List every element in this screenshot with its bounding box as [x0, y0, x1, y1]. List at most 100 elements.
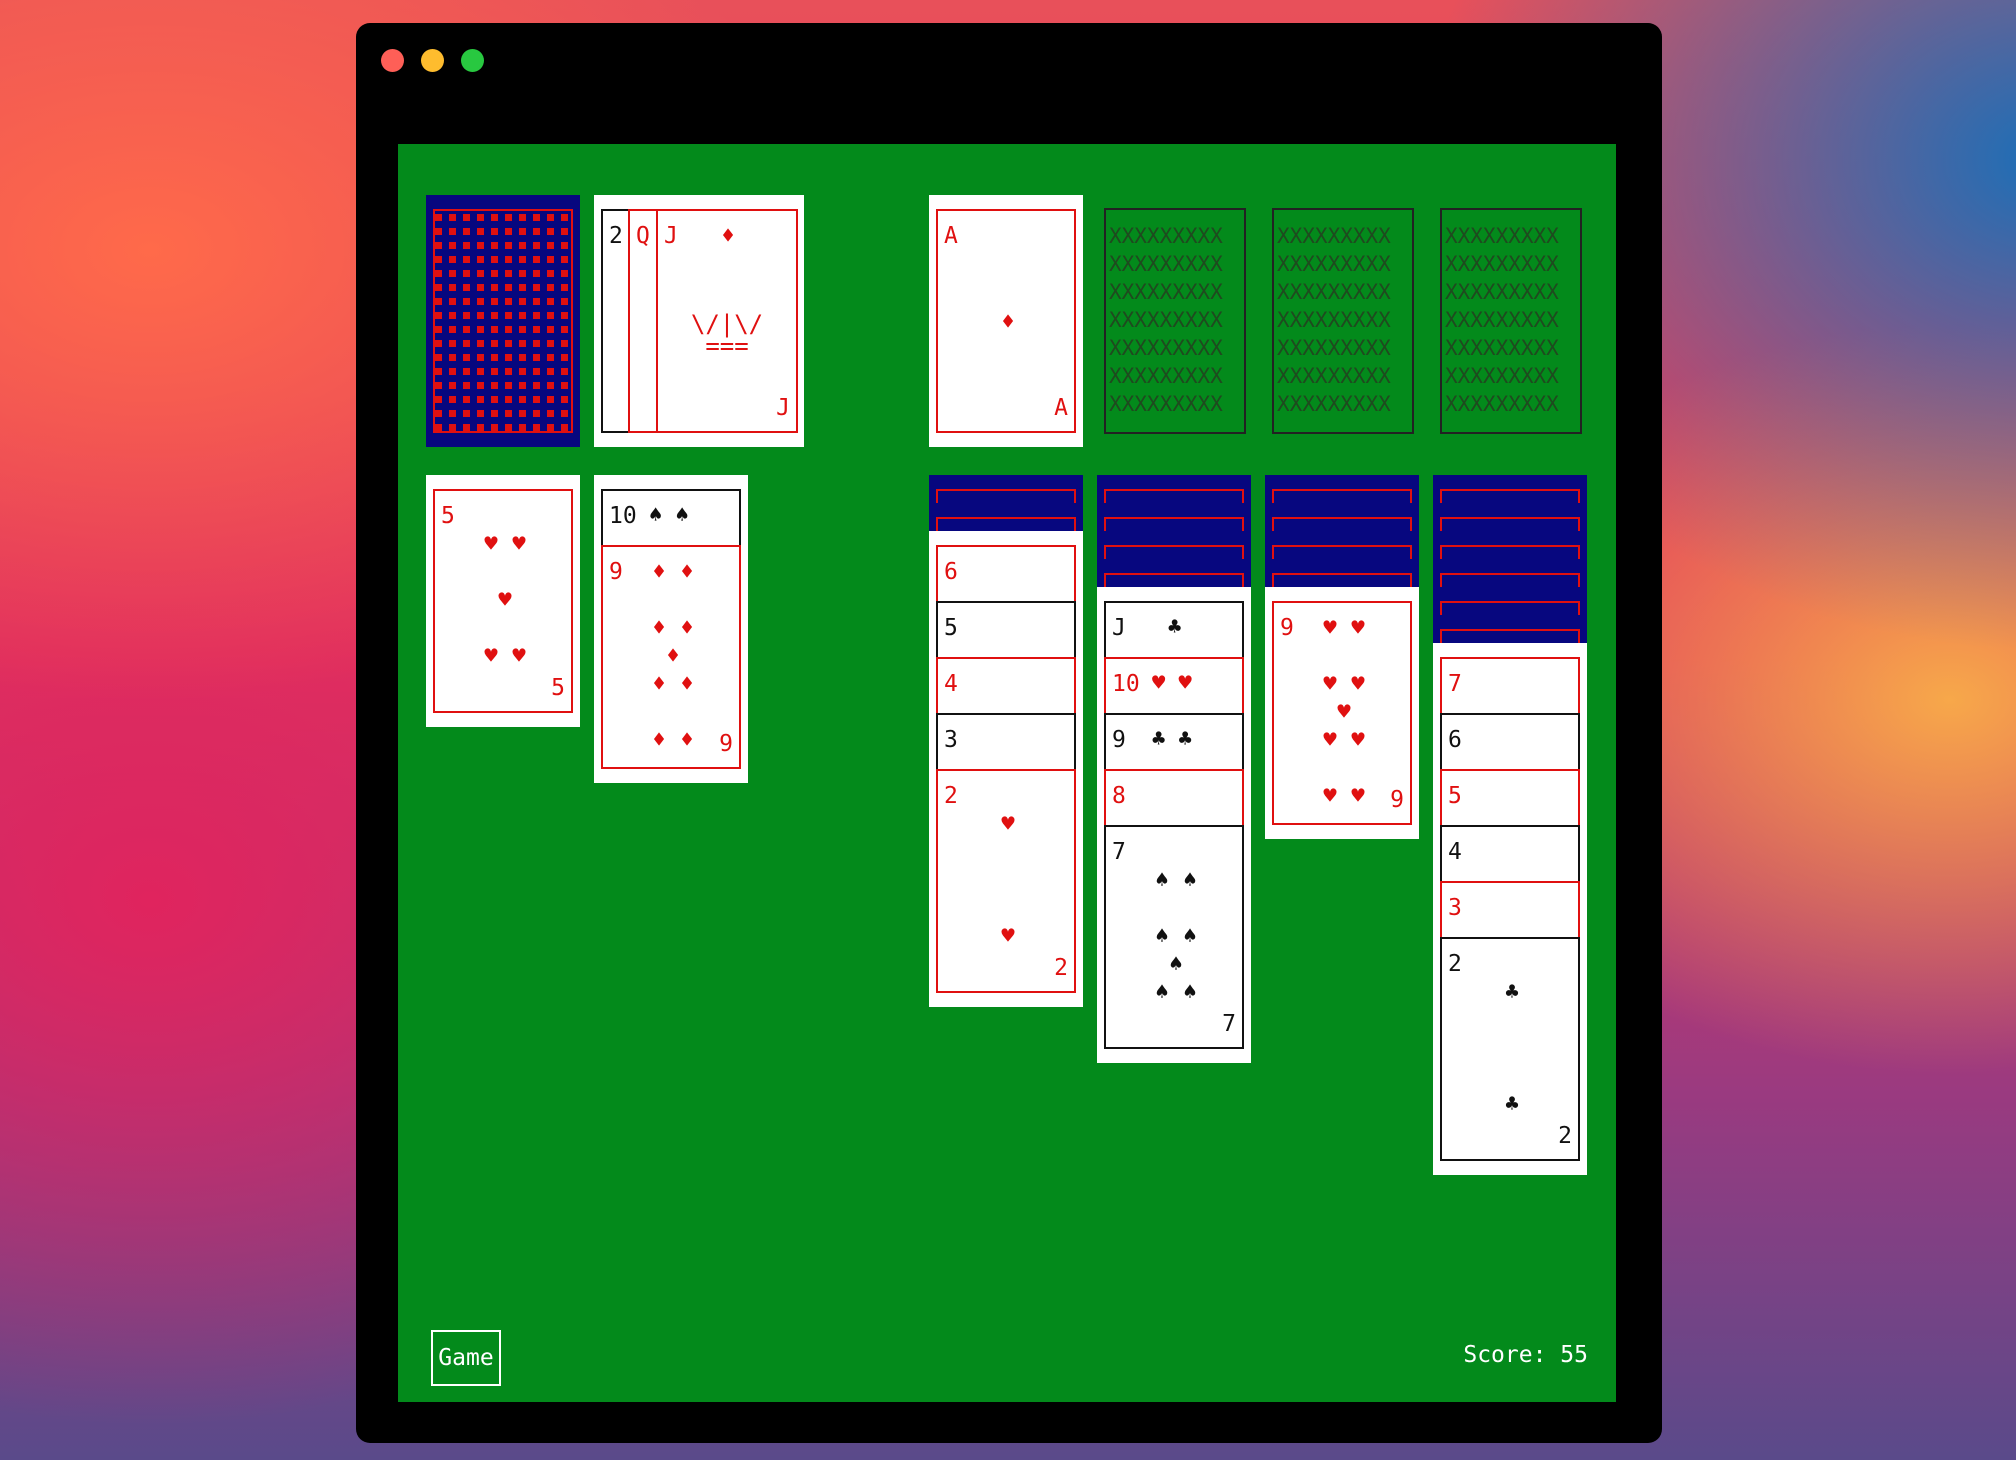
- tableau-top-card[interactable]: 9 ♥ ♥ ♥ ♥ ♥ ♥ ♥ ♥ ♥ 9: [1272, 601, 1412, 825]
- score-label: Score:: [1463, 1342, 1547, 1368]
- card-stub: 10 ♠ ♠: [601, 489, 741, 549]
- card-back-edge: [1272, 573, 1412, 587]
- tableau-column[interactable]: 10 ♠ ♠ 9 ♦ ♦ ♦ ♦ ♦ ♦ ♦ ♦ ♦ 9: [594, 475, 748, 783]
- heart-suit-icon: ♥: [1323, 728, 1337, 753]
- club-suit-icon: ♣: [1168, 615, 1182, 640]
- card-rank: 9: [609, 559, 623, 585]
- close-window-button[interactable]: [381, 49, 404, 72]
- card-stub[interactable]: 6: [936, 545, 1076, 605]
- tableau-top-card[interactable]: 2 ♥ ♥ 2: [936, 769, 1076, 993]
- card-rank: 4: [1448, 839, 1462, 865]
- heart-suit-icon: ♥: [1001, 812, 1015, 837]
- waste-top-card[interactable]: J ♦ \/|\/ === J: [656, 209, 798, 433]
- card-back-edge: [1440, 601, 1580, 615]
- card-back-edge: [1440, 517, 1580, 531]
- heart-suit-icon: ♥: [1351, 616, 1365, 641]
- diamond-suit-icon: ♦: [1001, 310, 1015, 335]
- tableau-column[interactable]: 9 ♥ ♥ ♥ ♥ ♥ ♥ ♥ ♥ ♥ 9: [1265, 587, 1419, 839]
- card-rank: 7: [1448, 671, 1462, 697]
- card-rank: 9: [1390, 787, 1404, 813]
- waste-pile[interactable]: 2 Q J ♦ \/|\/ === J: [594, 195, 804, 447]
- tableau-column[interactable]: 6 5 4 3 2 ♥ ♥ 2: [929, 531, 1083, 1007]
- card-back-edge: [1272, 517, 1412, 531]
- card-stub[interactable]: 6: [1440, 713, 1580, 773]
- card-face: 5 ♥ ♥ ♥ ♥ ♥ 5: [433, 489, 573, 713]
- minimize-window-button[interactable]: [421, 49, 444, 72]
- card-back-edge: [1440, 573, 1580, 587]
- game-menu-button[interactable]: Game: [431, 1330, 501, 1386]
- card-stub[interactable]: 4: [1440, 825, 1580, 885]
- card-rank: 9: [1112, 727, 1126, 753]
- card-stub[interactable]: 5: [1440, 769, 1580, 829]
- foundation-empty-slot[interactable]: XXXXXXXXX XXXXXXXXX XXXXXXXXX XXXXXXXXX …: [1440, 208, 1582, 434]
- heart-suit-icon: ♥: [1323, 616, 1337, 641]
- card-rank: 10: [609, 503, 637, 529]
- card-rank: 2: [1054, 955, 1068, 981]
- card-back-pattern: [433, 209, 573, 433]
- card-stub[interactable]: 10 ♥ ♥: [1104, 657, 1244, 717]
- heart-suit-icon: ♥: [512, 532, 526, 557]
- card-stub[interactable]: 3: [1440, 881, 1580, 941]
- foundation-empty-slot[interactable]: XXXXXXXXX XXXXXXXXX XXXXXXXXX XXXXXXXXX …: [1272, 208, 1414, 434]
- spade-suit-icon: ♠: [1155, 980, 1169, 1005]
- card-back-edge: [1440, 545, 1580, 559]
- waste-stub-rank: 2: [609, 223, 623, 249]
- diamond-suit-icon: ♦: [652, 728, 666, 753]
- spade-suit-icon: ♠: [1155, 924, 1169, 949]
- card-rank: 5: [441, 503, 455, 529]
- card-rank: 6: [1448, 727, 1462, 753]
- card-rank: A: [1054, 395, 1068, 421]
- card-rank: 5: [551, 675, 565, 701]
- face-down-cards: [1265, 475, 1419, 587]
- card-stub[interactable]: J ♣: [1104, 601, 1244, 661]
- score-display: Score: 55: [1463, 1340, 1588, 1370]
- stock-pile[interactable]: [426, 195, 580, 447]
- tableau-top-card[interactable]: 2 ♣ ♣ 2: [1440, 937, 1580, 1161]
- face-card-art: ===: [705, 332, 749, 360]
- club-suit-icon: ♣: [1505, 980, 1519, 1005]
- heart-suit-icon: ♥ ♥: [1152, 671, 1192, 696]
- diamond-suit-icon: ♦: [680, 560, 694, 585]
- card-stub[interactable]: 8: [1104, 769, 1244, 829]
- card-stub[interactable]: 7: [1440, 657, 1580, 717]
- tableau-top-card[interactable]: 7 ♠ ♠ ♠ ♠ ♠ ♠ ♠ 7: [1104, 825, 1244, 1049]
- club-suit-icon: ♣ ♣: [1152, 727, 1192, 752]
- heart-suit-icon: ♥: [484, 532, 498, 557]
- tableau-top-card[interactable]: 9 ♦ ♦ ♦ ♦ ♦ ♦ ♦ ♦ ♦ 9: [601, 545, 741, 769]
- diamond-suit-icon: ♦: [721, 224, 735, 249]
- foundation-pile[interactable]: A ♦ A: [929, 195, 1083, 447]
- heart-suit-icon: ♥: [1323, 784, 1337, 809]
- card-back-edge: [1440, 489, 1580, 503]
- foundation-empty-slot[interactable]: XXXXXXXXX XXXXXXXXX XXXXXXXXX XXXXXXXXX …: [1104, 208, 1246, 434]
- face-down-cards: [1433, 475, 1587, 643]
- card-back-edge: [1272, 489, 1412, 503]
- spade-suit-icon: ♠: [1155, 868, 1169, 893]
- game-table: 2 Q J ♦ \/|\/ === J A ♦ A XXXXXXXXX XXXX…: [398, 144, 1616, 1402]
- tableau-column[interactable]: J ♣ 10 ♥ ♥ 9 ♣ ♣ 8 7 ♠ ♠ ♠ ♠ ♠ ♠ ♠ 7: [1097, 587, 1251, 1063]
- spade-suit-icon: ♠: [1169, 952, 1183, 977]
- card-rank: 7: [1222, 1011, 1236, 1037]
- club-suit-icon: ♣: [1505, 1092, 1519, 1117]
- card-rank: 9: [719, 731, 733, 757]
- card-stub[interactable]: 5: [936, 601, 1076, 661]
- card-back-edge: [1272, 545, 1412, 559]
- tableau-card[interactable]: 5 ♥ ♥ ♥ ♥ ♥ 5: [426, 475, 580, 727]
- tableau-column[interactable]: 7 6 5 4 3 2 ♣ ♣ 2: [1433, 643, 1587, 1175]
- face-down-cards: [1097, 475, 1251, 587]
- card-rank: J: [1112, 615, 1126, 641]
- diamond-suit-icon: ♦: [666, 644, 680, 669]
- heart-suit-icon: ♥: [498, 588, 512, 613]
- card-back-edge: [936, 517, 1076, 531]
- card-rank: A: [944, 223, 958, 249]
- card-rank: 9: [1280, 615, 1294, 641]
- card-rank: 10: [1112, 671, 1140, 697]
- face-down-cards: [929, 475, 1083, 531]
- zoom-window-button[interactable]: [461, 49, 484, 72]
- card-back-edge: [1104, 545, 1244, 559]
- card-back-edge: [1440, 629, 1580, 643]
- spade-suit-icon: ♠: [1183, 868, 1197, 893]
- card-stub[interactable]: 4: [936, 657, 1076, 717]
- heart-suit-icon: ♥: [1323, 672, 1337, 697]
- card-stub[interactable]: 3: [936, 713, 1076, 773]
- card-stub[interactable]: 9 ♣ ♣: [1104, 713, 1244, 773]
